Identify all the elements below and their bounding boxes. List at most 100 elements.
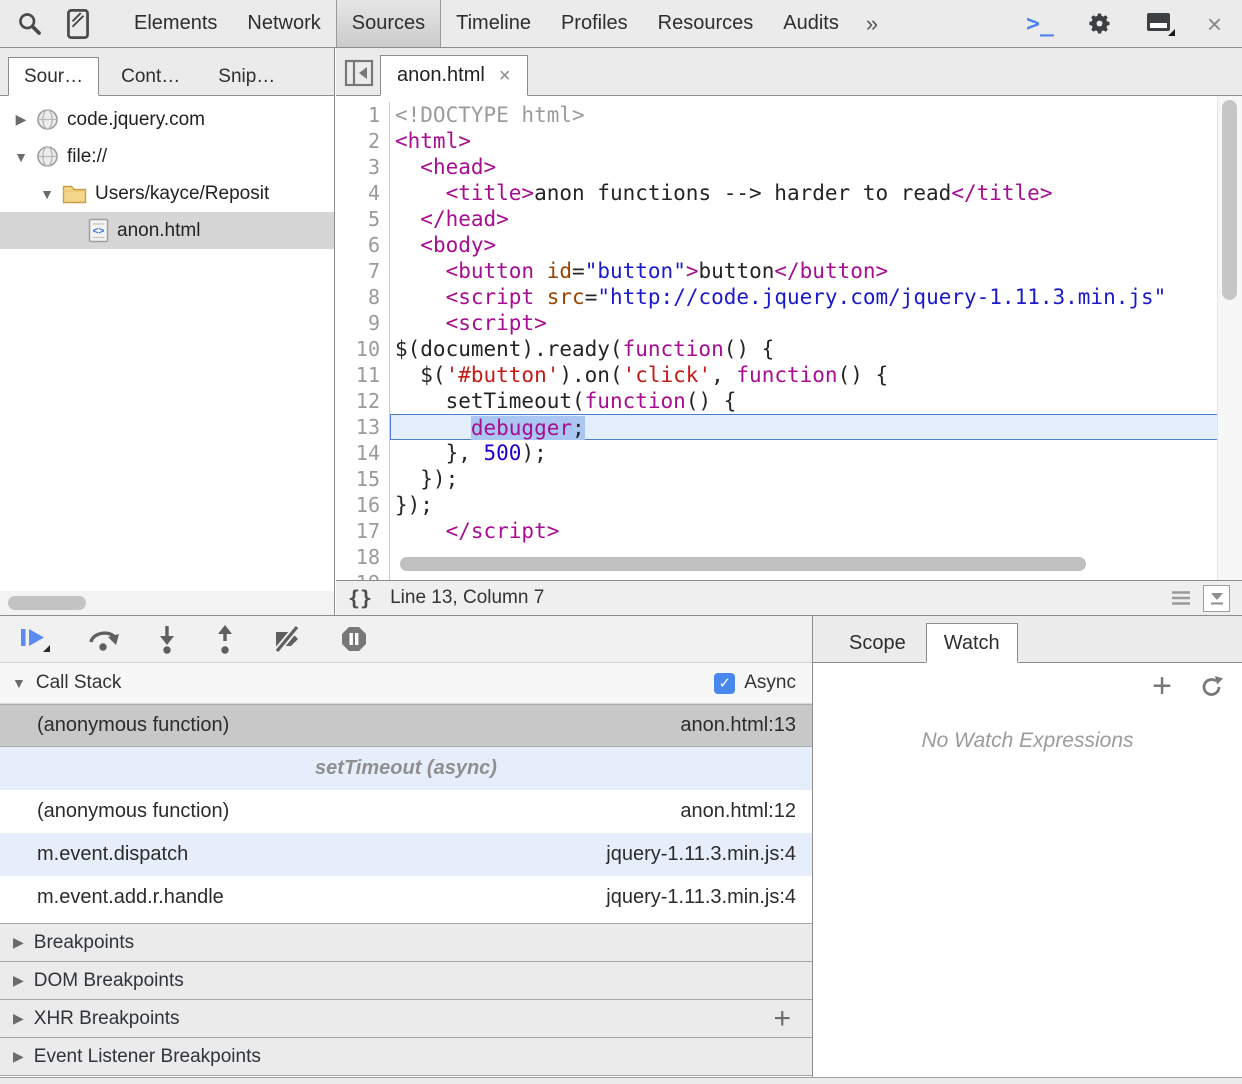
dock-side-icon[interactable] bbox=[1145, 11, 1175, 37]
console-drawer-icon[interactable]: >_ bbox=[1026, 11, 1054, 37]
line-number[interactable]: 19 bbox=[336, 570, 390, 580]
tree-item-anon-html[interactable]: <> anon.html bbox=[0, 212, 334, 249]
add-xhr-breakpoint-button[interactable]: + bbox=[773, 1008, 799, 1029]
step-over-button[interactable] bbox=[86, 625, 120, 653]
code-text[interactable]: debugger; bbox=[390, 414, 1217, 440]
line-number[interactable]: 12 bbox=[336, 388, 390, 414]
tab-profiles[interactable]: Profiles bbox=[546, 0, 643, 47]
step-out-button[interactable] bbox=[214, 624, 236, 654]
section-event-listener-breakpoints[interactable]: ▶Event Listener Breakpoints bbox=[0, 1037, 812, 1075]
code-text[interactable]: <button id="button">button</button> bbox=[390, 258, 1217, 284]
line-number[interactable]: 8 bbox=[336, 284, 390, 310]
code-text[interactable]: setTimeout(function() { bbox=[390, 388, 1217, 414]
tab-audits[interactable]: Audits bbox=[768, 0, 854, 47]
tab-timeline[interactable]: Timeline bbox=[441, 0, 546, 47]
code-editor[interactable]: 1<!DOCTYPE html>2<html>3 <head>4 <title>… bbox=[336, 96, 1242, 580]
menu-lines-icon[interactable] bbox=[1171, 590, 1191, 606]
close-devtools-icon[interactable]: × bbox=[1207, 11, 1222, 37]
code-text[interactable]: }, 500); bbox=[390, 440, 1217, 466]
line-number[interactable]: 17 bbox=[336, 518, 390, 544]
line-number[interactable]: 13 bbox=[336, 414, 390, 440]
settings-gear-icon[interactable] bbox=[1086, 10, 1113, 37]
section-xhr-breakpoints[interactable]: ▶XHR Breakpoints+ bbox=[0, 999, 812, 1037]
callstack-frame-anonymous-function-anon-html-13[interactable]: (anonymous function)anon.html:13 bbox=[0, 704, 812, 747]
callstack-frame-m-event-dispatch-jquery-1-11-3-min-js-4[interactable]: m.event.dispatchjquery-1.11.3.min.js:4 bbox=[0, 833, 812, 876]
line-number[interactable]: 11 bbox=[336, 362, 390, 388]
line-number[interactable]: 9 bbox=[336, 310, 390, 336]
tree-item-code-jquery-com[interactable]: ▶ code.jquery.com bbox=[0, 101, 334, 138]
frame-location[interactable]: anon.html:12 bbox=[680, 800, 796, 823]
close-tab-icon[interactable]: × bbox=[499, 66, 511, 86]
sidebar-tab-snip[interactable]: Snip… bbox=[202, 57, 291, 96]
expander-icon[interactable]: ▼ bbox=[34, 186, 60, 202]
expander-icon[interactable]: ▶ bbox=[8, 111, 34, 128]
code-text[interactable]: <title>anon functions --> harder to read… bbox=[390, 180, 1217, 206]
async-toggle[interactable]: ✓ Async bbox=[714, 672, 800, 694]
code-text[interactable]: <body> bbox=[390, 232, 1217, 258]
editor-vertical-scrollbar[interactable] bbox=[1217, 96, 1242, 580]
frame-location[interactable]: jquery-1.11.3.min.js:4 bbox=[606, 886, 796, 909]
step-into-button[interactable] bbox=[156, 624, 178, 654]
line-number[interactable]: 15 bbox=[336, 466, 390, 492]
tab-sources[interactable]: Sources bbox=[336, 0, 441, 47]
editor-tab-anon-html[interactable]: anon.html × bbox=[380, 55, 528, 96]
code-text[interactable]: <!DOCTYPE html> bbox=[390, 102, 1217, 128]
refresh-watch-button[interactable] bbox=[1200, 675, 1224, 699]
line-number[interactable]: 3 bbox=[336, 154, 390, 180]
sidebar-horizontal-scrollbar[interactable] bbox=[0, 591, 334, 615]
section-collapsed-icon[interactable]: ▶ bbox=[13, 934, 24, 951]
code-text[interactable]: $('#button').on('click', function() { bbox=[390, 362, 1217, 388]
sidebar-tab-sour[interactable]: Sour… bbox=[8, 57, 99, 96]
line-number[interactable]: 2 bbox=[336, 128, 390, 154]
code-text[interactable]: }); bbox=[390, 466, 1217, 492]
callstack-frame-m-event-add-r-handle-jquery-1-11-3-min-js-4[interactable]: m.event.add.r.handlejquery-1.11.3.min.js… bbox=[0, 876, 812, 919]
deactivate-breakpoints-button[interactable] bbox=[272, 625, 304, 653]
section-dom-breakpoints[interactable]: ▶DOM Breakpoints bbox=[0, 961, 812, 999]
section-breakpoints[interactable]: ▶Breakpoints bbox=[0, 923, 812, 961]
code-text[interactable] bbox=[390, 570, 1217, 580]
line-number[interactable]: 1 bbox=[336, 102, 390, 128]
device-mode-icon[interactable] bbox=[67, 9, 89, 39]
tab-resources[interactable]: Resources bbox=[643, 0, 769, 47]
more-tabs-chevron[interactable]: » bbox=[854, 11, 890, 37]
tab-watch[interactable]: Watch bbox=[926, 623, 1018, 663]
code-text[interactable]: <script src="http://code.jquery.com/jque… bbox=[390, 284, 1217, 310]
code-text[interactable]: <head> bbox=[390, 154, 1217, 180]
section-expand-icon[interactable]: ▼ bbox=[12, 675, 26, 691]
drawer-edge-bar[interactable] bbox=[0, 1077, 1242, 1084]
scrollbar-thumb[interactable] bbox=[1222, 100, 1237, 300]
section-collapsed-icon[interactable]: ▶ bbox=[13, 1010, 24, 1027]
pause-on-exceptions-button[interactable] bbox=[340, 625, 368, 653]
code-text[interactable]: </script> bbox=[390, 518, 1217, 544]
tab-elements[interactable]: Elements bbox=[119, 0, 232, 47]
tab-scope[interactable]: Scope bbox=[831, 623, 924, 663]
tree-item-users-kayce-reposit[interactable]: ▼ Users/kayce/Reposit bbox=[0, 175, 334, 212]
line-number[interactable]: 10 bbox=[336, 336, 390, 362]
line-number[interactable]: 16 bbox=[336, 492, 390, 518]
code-text[interactable]: $(document).ready(function() { bbox=[390, 336, 1217, 362]
section-collapsed-icon[interactable]: ▶ bbox=[13, 972, 24, 989]
collapse-sidebar-icon[interactable] bbox=[344, 59, 374, 87]
tab-network[interactable]: Network bbox=[232, 0, 335, 47]
callstack-frame-anonymous-function-anon-html-12[interactable]: (anonymous function)anon.html:12 bbox=[0, 790, 812, 833]
resume-script-button[interactable] bbox=[18, 625, 50, 653]
line-number[interactable]: 7 bbox=[336, 258, 390, 284]
callstack-header[interactable]: ▼ Call Stack ✓ Async bbox=[0, 663, 812, 704]
frame-location[interactable]: jquery-1.11.3.min.js:4 bbox=[606, 843, 796, 866]
inspect-element-icon[interactable] bbox=[16, 10, 43, 37]
toggle-drawer-button[interactable] bbox=[1203, 585, 1230, 612]
add-watch-expression-button[interactable]: + bbox=[1152, 675, 1172, 699]
frame-location[interactable]: anon.html:13 bbox=[680, 714, 796, 737]
line-number[interactable]: 5 bbox=[336, 206, 390, 232]
expander-icon[interactable]: ▼ bbox=[8, 149, 34, 165]
code-text[interactable]: <script> bbox=[390, 310, 1217, 336]
scrollbar-thumb[interactable] bbox=[8, 596, 86, 610]
code-text[interactable]: <html> bbox=[390, 128, 1217, 154]
pretty-print-icon[interactable]: {} bbox=[348, 586, 372, 610]
line-number[interactable]: 4 bbox=[336, 180, 390, 206]
code-text[interactable]: </head> bbox=[390, 206, 1217, 232]
code-text[interactable]: }); bbox=[390, 492, 1217, 518]
line-number[interactable]: 6 bbox=[336, 232, 390, 258]
tree-item-file[interactable]: ▼ file:// bbox=[0, 138, 334, 175]
line-number[interactable]: 18 bbox=[336, 544, 390, 570]
